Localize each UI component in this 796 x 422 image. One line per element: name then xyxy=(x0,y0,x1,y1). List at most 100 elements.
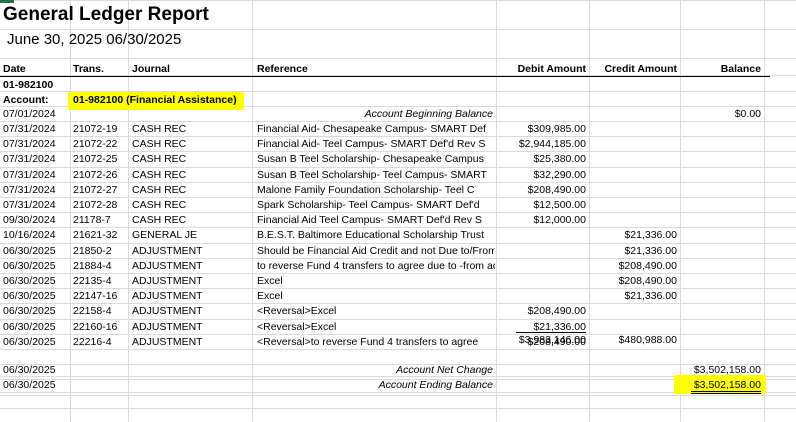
row-credit[interactable]: $208,490.00 xyxy=(590,259,677,273)
row-journal[interactable]: ADJUSTMENT xyxy=(132,259,250,273)
row-journal[interactable]: CASH REC xyxy=(132,168,250,182)
row-credit[interactable] xyxy=(590,320,677,334)
row-debit[interactable] xyxy=(497,244,586,258)
header-balance[interactable]: Balance xyxy=(681,62,761,76)
header-trans[interactable]: Trans. xyxy=(73,62,127,76)
row-journal[interactable]: CASH REC xyxy=(132,137,250,151)
row-journal[interactable]: CASH REC xyxy=(132,198,250,212)
row-debit[interactable] xyxy=(497,259,586,273)
row-trans[interactable]: 21621-32 xyxy=(73,228,127,242)
row-debit[interactable]: $32,290.00 xyxy=(497,168,586,182)
row-journal[interactable]: GENERAL JE xyxy=(132,228,250,242)
row-credit[interactable] xyxy=(590,198,677,212)
row-credit[interactable]: $21,336.00 xyxy=(590,228,677,242)
row-reference[interactable]: <Reversal>to reverse Fund 4 transfers to… xyxy=(257,335,495,349)
ending-label[interactable]: Account Ending Balance xyxy=(256,378,493,392)
row-credit[interactable] xyxy=(590,137,677,151)
row-reference[interactable]: <Reversal>Excel xyxy=(257,320,495,334)
row-trans[interactable]: 21072-26 xyxy=(73,168,127,182)
row-reference[interactable]: Spark Scholarship- Teel Campus- SMART De… xyxy=(257,198,495,212)
header-reference[interactable]: Reference xyxy=(257,62,493,76)
row-date[interactable]: 07/31/2024 xyxy=(3,152,67,166)
row-date[interactable]: 06/30/2025 xyxy=(3,289,67,303)
row-credit[interactable] xyxy=(590,213,677,227)
beginning-balance[interactable]: $0.00 xyxy=(681,107,761,121)
row-debit[interactable]: $25,380.00 xyxy=(497,152,586,166)
ending-date[interactable]: 06/30/2025 xyxy=(3,378,67,392)
row-trans[interactable]: 22135-4 xyxy=(73,274,127,288)
row-date[interactable]: 07/31/2024 xyxy=(3,168,67,182)
row-date[interactable]: 07/31/2024 xyxy=(3,183,67,197)
row-reference[interactable]: Excel xyxy=(257,289,495,303)
row-reference[interactable]: Financial Aid- Chesapeake Campus- SMART … xyxy=(257,122,495,136)
row-journal[interactable]: ADJUSTMENT xyxy=(132,244,250,258)
row-journal[interactable]: ADJUSTMENT xyxy=(132,274,250,288)
row-trans[interactable]: 21850-2 xyxy=(73,244,127,258)
row-date[interactable]: 06/30/2025 xyxy=(3,259,67,273)
row-debit[interactable] xyxy=(497,289,586,303)
row-debit[interactable]: $309,985.00 xyxy=(497,122,586,136)
row-reference[interactable]: <Reversal>Excel xyxy=(257,304,495,318)
header-debit[interactable]: Debit Amount xyxy=(497,62,586,76)
row-trans[interactable]: 21072-27 xyxy=(73,183,127,197)
header-journal[interactable]: Journal xyxy=(132,62,250,76)
row-date[interactable]: 09/30/2024 xyxy=(3,213,67,227)
row-trans[interactable]: 21072-28 xyxy=(73,198,127,212)
row-reference[interactable]: Malone Family Foundation Scholarship- Te… xyxy=(257,183,495,197)
net-change-label[interactable]: Account Net Change xyxy=(256,363,493,377)
row-trans[interactable]: 21072-19 xyxy=(73,122,127,136)
row-date[interactable]: 06/30/2025 xyxy=(3,274,67,288)
row-credit[interactable] xyxy=(590,152,677,166)
row-credit[interactable] xyxy=(590,183,677,197)
row-trans[interactable]: 22158-4 xyxy=(73,304,127,318)
row-journal[interactable]: CASH REC xyxy=(132,122,250,136)
row-reference[interactable]: B.E.S.T. Baltimore Educational Scholarsh… xyxy=(257,228,495,242)
total-debit[interactable]: $3,983,146.00 xyxy=(497,333,586,347)
beginning-date[interactable]: 07/01/2024 xyxy=(3,107,67,121)
row-reference[interactable]: Susan B Teel Scholarship- Teel Campus- S… xyxy=(257,168,495,182)
total-credit[interactable]: $480,988.00 xyxy=(590,333,677,347)
row-reference[interactable]: Excel xyxy=(257,274,495,288)
row-date[interactable]: 06/30/2025 xyxy=(3,320,67,334)
row-reference[interactable]: Financial Aid Teel Campus- SMART Def'd R… xyxy=(257,213,495,227)
row-trans[interactable]: 21072-22 xyxy=(73,137,127,151)
row-credit[interactable]: $208,490.00 xyxy=(590,274,677,288)
account-number[interactable]: 01-982100 xyxy=(3,78,123,92)
row-date[interactable]: 10/16/2024 xyxy=(3,228,67,242)
row-debit[interactable]: $12,500.00 xyxy=(497,198,586,212)
row-journal[interactable]: ADJUSTMENT xyxy=(132,304,250,318)
row-journal[interactable]: ADJUSTMENT xyxy=(132,320,250,334)
row-date[interactable]: 07/31/2024 xyxy=(3,198,67,212)
row-trans[interactable]: 21178-7 xyxy=(73,213,127,227)
row-journal[interactable]: CASH REC xyxy=(132,152,250,166)
net-change-date[interactable]: 06/30/2025 xyxy=(3,363,67,377)
row-debit[interactable] xyxy=(497,228,586,242)
row-journal[interactable]: CASH REC xyxy=(132,213,250,227)
ending-balance[interactable]: $3,502,158.00 xyxy=(681,378,761,392)
row-credit[interactable] xyxy=(590,304,677,318)
row-debit[interactable]: $208,490.00 xyxy=(497,304,586,318)
row-trans[interactable]: 21072-25 xyxy=(73,152,127,166)
row-date[interactable]: 06/30/2025 xyxy=(3,335,67,349)
header-date[interactable]: Date xyxy=(3,62,67,76)
account-label[interactable]: Account: xyxy=(3,93,67,107)
row-debit[interactable]: $12,000.00 xyxy=(497,213,586,227)
row-credit[interactable]: $21,336.00 xyxy=(590,244,677,258)
row-reference[interactable]: Financial Aid- Teel Campus- SMART Def'd … xyxy=(257,137,495,151)
row-credit[interactable] xyxy=(590,122,677,136)
beginning-label[interactable]: Account Beginning Balance xyxy=(256,107,493,121)
row-trans[interactable]: 22160-16 xyxy=(73,320,127,334)
row-date[interactable]: 07/31/2024 xyxy=(3,137,67,151)
row-trans[interactable]: 22147-16 xyxy=(73,289,127,303)
row-journal[interactable]: ADJUSTMENT xyxy=(132,289,250,303)
row-date[interactable]: 06/30/2025 xyxy=(3,244,67,258)
row-debit[interactable]: $208,490.00 xyxy=(497,183,586,197)
header-credit[interactable]: Credit Amount xyxy=(590,62,677,76)
row-reference[interactable]: to reverse Fund 4 transfers to agree due… xyxy=(257,259,495,273)
account-name[interactable]: 01-982100 (Financial Assistance) xyxy=(73,93,243,107)
row-reference[interactable]: Should be Financial Aid Credit and not D… xyxy=(257,244,495,258)
row-debit[interactable]: $2,944,185.00 xyxy=(497,137,586,151)
row-journal[interactable]: CASH REC xyxy=(132,183,250,197)
row-trans[interactable]: 21884-4 xyxy=(73,259,127,273)
row-journal[interactable]: ADJUSTMENT xyxy=(132,335,250,349)
